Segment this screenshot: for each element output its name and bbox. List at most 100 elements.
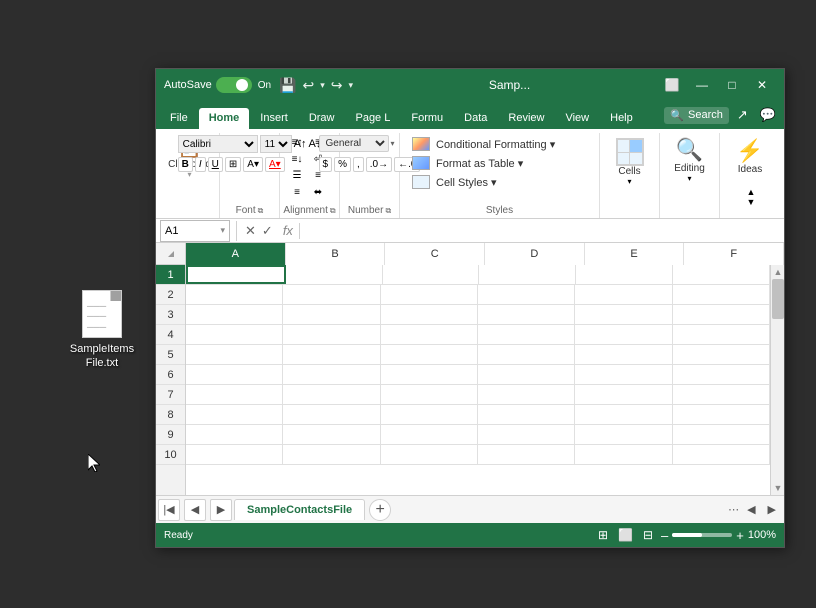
search-box[interactable]: 🔍 Search: [664, 107, 729, 124]
close-btn[interactable]: ✕: [748, 73, 776, 97]
redo-icon[interactable]: ↪: [331, 77, 343, 94]
underline-button[interactable]: U: [208, 157, 223, 172]
select-all-button[interactable]: [156, 243, 186, 265]
fill-color-button[interactable]: A▾: [243, 157, 263, 172]
tab-file[interactable]: File: [160, 108, 198, 129]
cell-F2[interactable]: [673, 285, 770, 304]
zoom-in-icon[interactable]: +: [736, 528, 744, 543]
cell-E5[interactable]: [575, 345, 672, 364]
zoom-slider[interactable]: [672, 533, 732, 537]
undo-icon[interactable]: ↩: [302, 77, 314, 94]
sheet-nav-next[interactable]: ▶: [210, 499, 232, 521]
cell-D7[interactable]: [478, 385, 575, 404]
tab-draw[interactable]: Draw: [299, 108, 345, 129]
cell-A1[interactable]: [186, 265, 286, 284]
cell-D2[interactable]: [478, 285, 575, 304]
cell-E9[interactable]: [575, 425, 672, 444]
cell-A6[interactable]: [186, 365, 283, 384]
cell-A7[interactable]: [186, 385, 283, 404]
col-header-E[interactable]: E: [585, 243, 685, 265]
cell-B3[interactable]: [283, 305, 380, 324]
cell-A9[interactable]: [186, 425, 283, 444]
cell-D6[interactable]: [478, 365, 575, 384]
tab-formulas[interactable]: Formu: [401, 108, 453, 129]
cell-F10[interactable]: [673, 445, 770, 464]
name-box[interactable]: A1 ▾: [160, 220, 230, 242]
share-icon[interactable]: ↗: [733, 105, 752, 125]
save-icon[interactable]: 💾: [279, 77, 296, 94]
cell-D10[interactable]: [478, 445, 575, 464]
cell-C1[interactable]: [383, 265, 480, 284]
ideas-button[interactable]: ⚡ Ideas: [728, 135, 771, 178]
border-button[interactable]: ⊞: [225, 157, 241, 172]
font-launcher-icon[interactable]: ⧉: [258, 206, 264, 216]
cell-E7[interactable]: [575, 385, 672, 404]
cell-C3[interactable]: [381, 305, 478, 324]
sheet-options-icon[interactable]: ⋯: [728, 503, 739, 516]
sheet-nav-first[interactable]: |◀: [158, 499, 180, 521]
row-header-1[interactable]: 1: [156, 265, 185, 285]
undo-dropdown-icon[interactable]: ▾: [320, 80, 325, 91]
cell-F3[interactable]: [673, 305, 770, 324]
cell-F8[interactable]: [673, 405, 770, 424]
cell-D4[interactable]: [478, 325, 575, 344]
align-top-icon[interactable]: ≡↑: [288, 135, 306, 149]
tab-view[interactable]: View: [555, 108, 599, 129]
cell-A5[interactable]: [186, 345, 283, 364]
cell-E8[interactable]: [575, 405, 672, 424]
cell-E4[interactable]: [575, 325, 672, 344]
row-header-5[interactable]: 5: [156, 345, 185, 365]
col-header-A[interactable]: A: [186, 243, 286, 265]
confirm-formula-icon[interactable]: ✓: [260, 221, 275, 241]
add-sheet-button[interactable]: +: [369, 499, 391, 521]
cell-E3[interactable]: [575, 305, 672, 324]
normal-view-icon[interactable]: ⊞: [596, 526, 610, 544]
row-header-9[interactable]: 9: [156, 425, 185, 445]
font-family-select[interactable]: Calibri: [178, 135, 258, 153]
row-header-7[interactable]: 7: [156, 385, 185, 405]
cell-F9[interactable]: [673, 425, 770, 444]
italic-button[interactable]: I: [195, 157, 206, 172]
tab-insert[interactable]: Insert: [250, 108, 298, 129]
col-header-B[interactable]: B: [286, 243, 386, 265]
currency-button[interactable]: $: [319, 157, 333, 172]
increase-decimal-button[interactable]: .0→: [366, 157, 392, 172]
autosave-toggle[interactable]: [216, 77, 252, 93]
cell-E10[interactable]: [575, 445, 672, 464]
ribbon-scroll-right[interactable]: ▲▼: [745, 178, 756, 216]
cell-E2[interactable]: [575, 285, 672, 304]
cell-B4[interactable]: [283, 325, 380, 344]
customize-quick-access-icon[interactable]: ▾: [348, 80, 353, 91]
number-format-dropdown-icon[interactable]: ▾: [391, 139, 395, 148]
col-header-F[interactable]: F: [684, 243, 784, 265]
formula-input[interactable]: [302, 219, 784, 242]
comma-button[interactable]: ,: [353, 157, 364, 172]
cells-button[interactable]: Cells ▾: [608, 135, 652, 189]
cell-B9[interactable]: [283, 425, 380, 444]
sheet-scroll-left-icon[interactable]: ◀: [743, 501, 759, 518]
cell-A10[interactable]: [186, 445, 283, 464]
zoom-out-icon[interactable]: –: [661, 528, 668, 543]
row-header-8[interactable]: 8: [156, 405, 185, 425]
row-header-2[interactable]: 2: [156, 285, 185, 305]
cell-D8[interactable]: [478, 405, 575, 424]
tab-review[interactable]: Review: [498, 108, 554, 129]
cell-A3[interactable]: [186, 305, 283, 324]
cell-B2[interactable]: [283, 285, 380, 304]
format-as-table-button[interactable]: Format as Table ▾: [408, 154, 527, 172]
cell-F1[interactable]: [673, 265, 770, 284]
cell-A4[interactable]: [186, 325, 283, 344]
row-header-10[interactable]: 10: [156, 445, 185, 465]
cell-C10[interactable]: [381, 445, 478, 464]
bold-button[interactable]: B: [178, 157, 193, 172]
scroll-down-arrow[interactable]: ▼: [771, 481, 784, 495]
cell-D9[interactable]: [478, 425, 575, 444]
sheet-tab-samplecontacts[interactable]: SampleContactsFile: [234, 499, 365, 520]
cell-C2[interactable]: [381, 285, 478, 304]
cell-F4[interactable]: [673, 325, 770, 344]
cell-B8[interactable]: [283, 405, 380, 424]
tab-home[interactable]: Home: [199, 108, 250, 129]
row-header-6[interactable]: 6: [156, 365, 185, 385]
cell-B10[interactable]: [283, 445, 380, 464]
cell-B1[interactable]: [286, 265, 383, 284]
